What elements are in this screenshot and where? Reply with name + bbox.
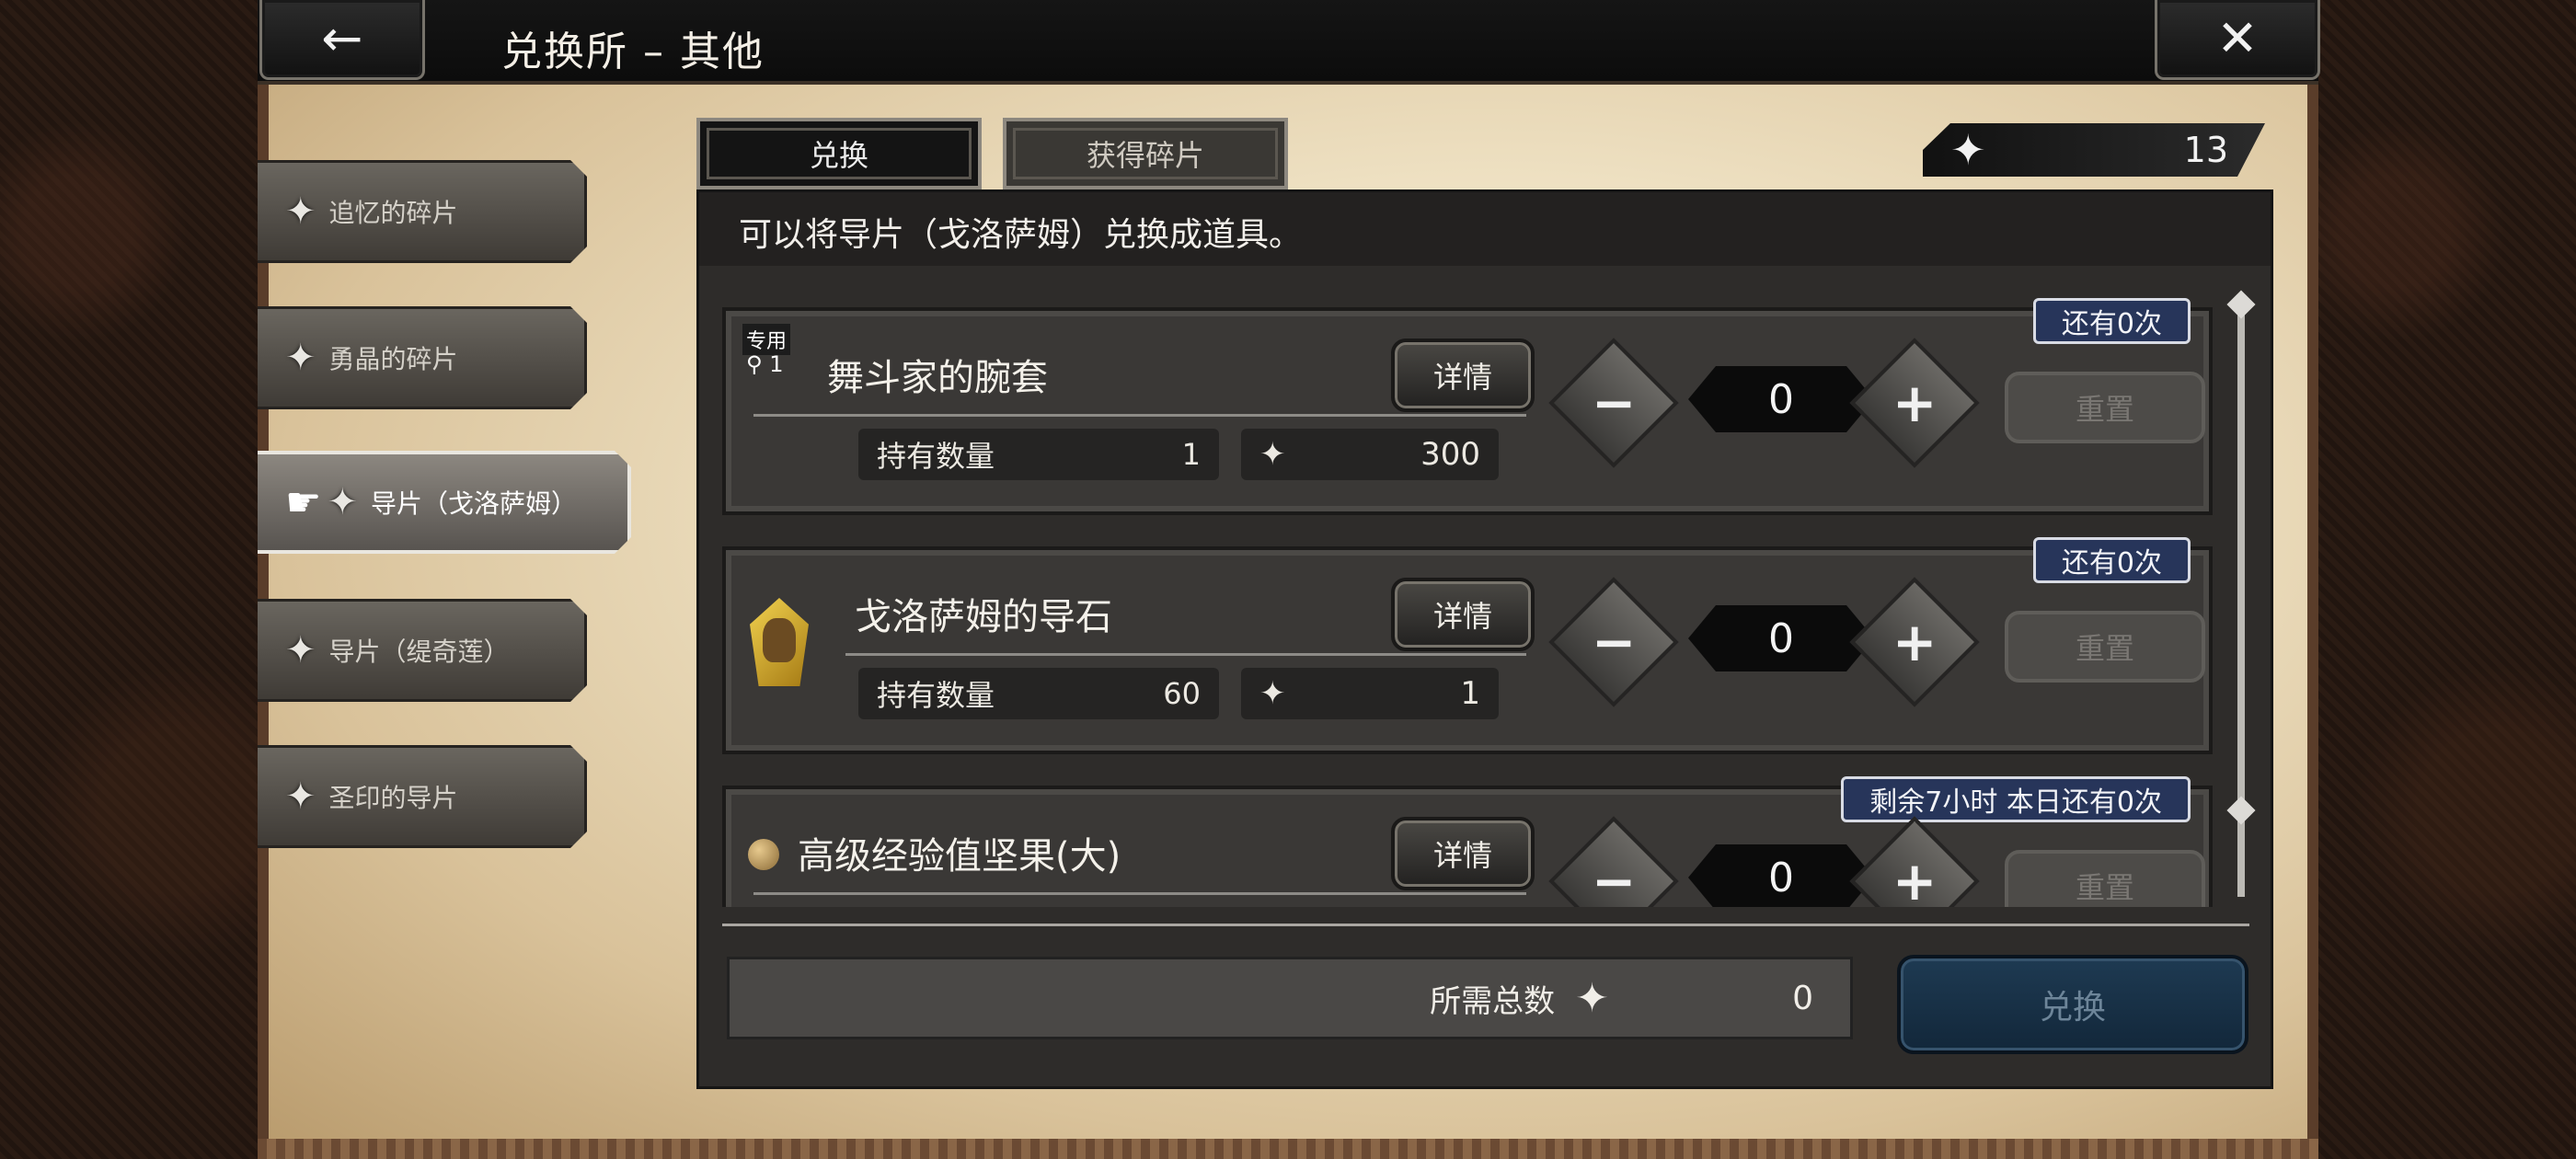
sidebar-item-label: 导片（戈洛萨姆）	[370, 488, 577, 519]
decrease-button[interactable]: −	[1548, 338, 1679, 468]
quantity-display: 0	[1688, 366, 1874, 432]
increase-button[interactable]: +	[1849, 816, 1980, 907]
diamond-star-icon: ✦	[1950, 125, 1986, 175]
close-icon: ✕	[2216, 9, 2259, 67]
level-value: 1	[769, 351, 784, 377]
tab-label: 获得碎片	[1086, 138, 1204, 173]
reset-button[interactable]: 重置	[2005, 611, 2205, 683]
diamond-star-icon: ✦	[285, 337, 316, 379]
owned-count: 持有数量 1	[858, 429, 1219, 480]
remaining-count-badge: 还有0次	[2032, 298, 2191, 344]
item-name: 舞斗家的腕套	[827, 357, 1048, 399]
plus-icon: +	[1892, 371, 1938, 434]
sidebar-item-label: 勇晶的碎片	[328, 344, 458, 374]
cost-value: 1	[1460, 675, 1480, 712]
minus-icon: −	[1591, 610, 1637, 673]
cost-value: 300	[1420, 436, 1480, 473]
diamond-star-icon: ✦	[285, 190, 316, 233]
diamond-star-icon: ✦	[285, 775, 316, 818]
diamond-star-icon: ✦	[1575, 974, 1609, 1022]
quantity-display: 0	[1688, 844, 1874, 907]
detail-button[interactable]: 详情	[1391, 339, 1535, 412]
reset-button[interactable]: 重置	[2005, 850, 2205, 907]
owned-label: 持有数量	[877, 439, 995, 474]
back-button[interactable]: ←	[259, 0, 425, 80]
owned-value: 1	[1181, 437, 1201, 472]
sidebar-item-seal-guide-shard[interactable]: ✦ 圣印的导片	[258, 745, 587, 848]
remaining-time-badge: 剩余7小时 本日还有0次	[1841, 776, 2191, 822]
left-border-decor	[0, 0, 258, 1159]
tab-label: 兑换	[809, 138, 868, 173]
description-text: 可以将导片（戈洛萨姆）兑换成道具。	[739, 216, 1303, 254]
detail-button[interactable]: 详情	[1391, 817, 1535, 890]
tab-exchange[interactable]: 兑换	[696, 118, 982, 189]
divider	[753, 892, 1526, 895]
diamond-star-icon: ✦	[1259, 436, 1286, 473]
page-title: 兑换所 – 其他	[501, 29, 765, 75]
sidebar-item-label: 追忆的碎片	[328, 198, 458, 228]
increase-button[interactable]: +	[1849, 577, 1980, 707]
item-name: 高级经验值坚果(大)	[798, 835, 1121, 878]
exclusive-label: 专用	[742, 324, 791, 355]
total-value: 0	[1792, 979, 1813, 1017]
remaining-count-badge: 还有0次	[2032, 537, 2191, 583]
list-item: 还有0次 专用 ⚲ 1 舞斗家的腕套 详情 持有数量 1 ✦ 300 − 0 +…	[722, 298, 2213, 515]
diamond-star-icon: ✦	[285, 629, 316, 671]
owned-count: 持有数量 60	[858, 668, 1219, 719]
plus-icon: +	[1892, 610, 1938, 673]
cost: ✦ 300	[1241, 429, 1499, 480]
total-label: 所需总数	[1430, 982, 1556, 1020]
minus-icon: −	[1591, 849, 1637, 907]
diamond-star-icon: ✦	[1259, 675, 1286, 712]
decrease-button[interactable]: −	[1548, 816, 1679, 907]
sidebar-item-guide-shard-golozam[interactable]: ☛ ✦ 导片（戈洛萨姆）	[258, 451, 631, 554]
increase-button[interactable]: +	[1849, 338, 1980, 468]
currency-display: ✦ 13	[1923, 123, 2265, 177]
sidebar-item-brave-crystal-fragment[interactable]: ✦ 勇晶的碎片	[258, 306, 587, 409]
item-name: 戈洛萨姆的导石	[855, 596, 1112, 638]
right-border-decor	[2318, 0, 2576, 1159]
list-item: 还有0次 戈洛萨姆的导石 详情 持有数量 60 ✦ 1 − 0 + 重置	[722, 537, 2213, 754]
list-item: 剩余7小时 本日还有0次 高级经验值坚果(大) 详情 − 0 + 重置	[722, 776, 2213, 907]
close-button[interactable]: ✕	[2155, 0, 2320, 80]
exchange-button[interactable]: 兑换	[1897, 955, 2248, 1054]
item-list[interactable]: 还有0次 专用 ⚲ 1 舞斗家的腕套 详情 持有数量 1 ✦ 300 − 0 +…	[704, 276, 2231, 907]
quantity-display: 0	[1688, 605, 1874, 671]
sidebar-item-memory-fragment[interactable]: ✦ 追忆的碎片	[258, 160, 587, 263]
total-required-bar: 所需总数 ✦ 0	[727, 957, 1853, 1039]
plus-icon: +	[1892, 849, 1938, 907]
currency-amount: 13	[2183, 130, 2228, 170]
sidebar-item-label: 导片（缇奇莲）	[328, 637, 510, 667]
divider	[722, 924, 2249, 926]
nut-icon	[748, 839, 779, 870]
detail-button[interactable]: 详情	[1391, 578, 1535, 651]
weapon-level: ⚲ 1	[746, 351, 784, 377]
pointing-hand-icon: ☛	[285, 478, 322, 526]
reset-button[interactable]: 重置	[2005, 372, 2205, 443]
divider	[845, 653, 1526, 656]
owned-value: 60	[1163, 676, 1201, 711]
cost: ✦ 1	[1241, 668, 1499, 719]
divider	[753, 414, 1526, 417]
guide-stone-icon	[750, 598, 809, 686]
back-arrow-icon: ←	[321, 9, 363, 67]
minus-icon: −	[1591, 371, 1637, 434]
diamond-star-icon: ✦	[327, 481, 358, 523]
tab-obtain-fragments[interactable]: 获得碎片	[1003, 118, 1288, 189]
sidebar-item-guide-shard-tikilen[interactable]: ✦ 导片（缇奇莲）	[258, 599, 587, 702]
parchment-frame-bottom	[258, 1139, 2318, 1159]
sidebar-item-label: 圣印的导片	[328, 783, 458, 813]
owned-label: 持有数量	[877, 678, 995, 713]
decrease-button[interactable]: −	[1548, 577, 1679, 707]
